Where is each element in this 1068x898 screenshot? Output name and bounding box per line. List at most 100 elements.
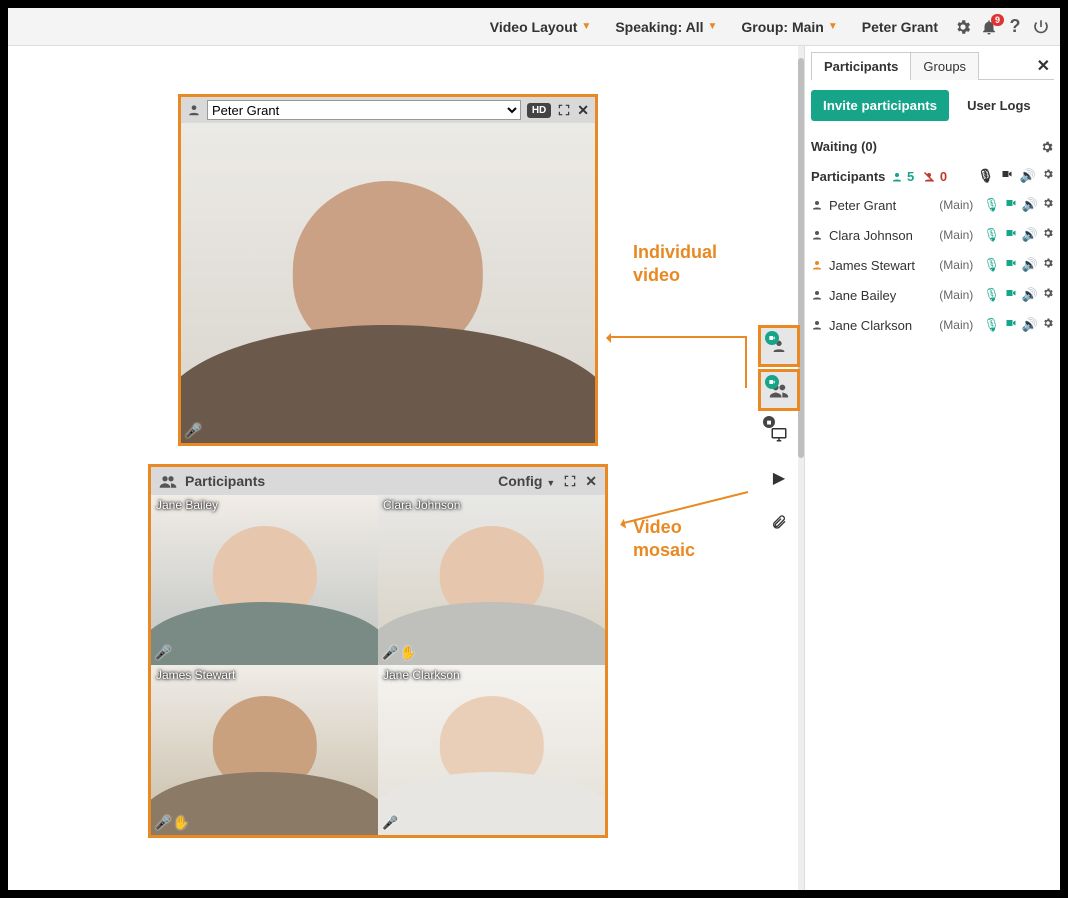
hand-raised-icon: ✋: [173, 815, 189, 830]
annotation-arrow: [745, 336, 747, 388]
caret-down-icon: ▼: [828, 21, 838, 32]
annotation-arrow: [608, 336, 746, 338]
user-icon: [811, 229, 825, 241]
participant-name: Peter Grant: [829, 198, 896, 213]
video-mosaic-title: Participants: [185, 473, 265, 489]
mic-active-icon: 🎤✋: [155, 815, 189, 831]
video-placeholder: [378, 495, 605, 665]
tab-participants[interactable]: Participants: [811, 52, 911, 80]
gear-icon[interactable]: [1042, 287, 1054, 303]
speaker-icon[interactable]: 🔊: [1022, 227, 1038, 243]
video-tile[interactable]: Clara Johnson🎤✋: [378, 495, 605, 665]
participants-section-header: Participants 5 0 🎙 🔊: [811, 168, 1054, 184]
speaker-icon[interactable]: 🔊: [1022, 257, 1038, 273]
video-mosaic-panel: Participants Config ▼ ✕ Jane Bailey🎤 Cla…: [148, 464, 608, 838]
video-placeholder: [378, 665, 605, 835]
btn-play[interactable]: ▶: [761, 460, 797, 496]
video-tile[interactable]: Jane Clarkson 🎤: [378, 665, 605, 835]
video-mosaic-header: Participants Config ▼ ✕: [151, 467, 605, 495]
mic-icon[interactable]: 🎙: [983, 227, 1000, 243]
participants-icon: [159, 474, 177, 488]
camera-icon[interactable]: [1004, 197, 1018, 213]
config-dropdown[interactable]: Config ▼: [498, 473, 555, 489]
speaker-icon[interactable]: 🔊: [1020, 168, 1036, 184]
help-icon[interactable]: ?: [1004, 16, 1026, 37]
camera-icon[interactable]: [1004, 227, 1018, 243]
user-icon: [811, 319, 825, 331]
speaker-icon[interactable]: 🔊: [1022, 317, 1038, 333]
screen-dot-icon: ■: [763, 416, 775, 428]
btn-add-video-mosaic[interactable]: [761, 372, 797, 408]
tab-groups[interactable]: Groups: [910, 52, 979, 80]
menu-video-layout-label: Video Layout: [490, 19, 578, 35]
participant-row[interactable]: Jane Bailey(Main)🎙🔊: [811, 280, 1054, 310]
user-icon: [811, 289, 825, 301]
camera-icon[interactable]: [1004, 287, 1018, 303]
video-tile[interactable]: Jane Bailey🎤: [151, 495, 378, 665]
sidebar-tabs: Participants Groups ✕: [811, 52, 1054, 80]
participant-select[interactable]: Peter Grant: [207, 100, 521, 120]
btn-add-individual-video[interactable]: [761, 328, 797, 364]
mic-active-icon: 🎤: [185, 423, 201, 439]
user-logs-link[interactable]: User Logs: [967, 98, 1031, 113]
individual-video-panel: Peter Grant HD ✕ 🎤: [178, 94, 598, 446]
gear-icon[interactable]: [1040, 140, 1054, 154]
participant-name: Jane Clarkson: [829, 318, 912, 333]
camera-icon[interactable]: [1000, 168, 1014, 184]
menu-speaking[interactable]: Speaking: All ▼: [605, 8, 727, 45]
mic-icon[interactable]: 🎙: [983, 287, 1000, 303]
gear-icon[interactable]: [1042, 197, 1054, 213]
notifications-icon[interactable]: 9: [978, 18, 1000, 36]
hand-raised-icon: ✋: [400, 645, 416, 660]
caret-down-icon: ▼: [581, 21, 591, 32]
camera-dot-icon: [765, 331, 779, 345]
participant-row[interactable]: Jane Clarkson(Main)🎙🔊: [811, 310, 1054, 340]
menu-video-layout[interactable]: Video Layout ▼: [480, 8, 602, 45]
video-tile[interactable]: James Stewart🎤✋: [151, 665, 378, 835]
individual-video-stream[interactable]: 🎤: [181, 123, 595, 443]
gear-icon[interactable]: [1042, 168, 1054, 184]
power-icon[interactable]: [1030, 18, 1052, 36]
annotation-video-mosaic: Video mosaic: [633, 516, 695, 561]
invite-row: Invite participants User Logs: [811, 90, 1054, 121]
tile-name: Jane Bailey: [156, 498, 218, 512]
video-mosaic-grid: Jane Bailey🎤 Clara Johnson🎤✋ James Stewa…: [151, 495, 605, 835]
camera-icon[interactable]: [1004, 257, 1018, 273]
close-icon[interactable]: ✕: [577, 102, 589, 119]
user-icon: [811, 259, 825, 271]
menu-group[interactable]: Group: Main ▼: [731, 8, 847, 45]
gear-icon[interactable]: [1042, 257, 1054, 273]
individual-video-header: Peter Grant HD ✕: [181, 97, 595, 123]
top-bar: Video Layout ▼ Speaking: All ▼ Group: Ma…: [8, 8, 1060, 46]
participant-group: (Main): [939, 288, 973, 302]
gear-icon[interactable]: [1042, 317, 1054, 333]
speaker-icon[interactable]: 🔊: [1022, 197, 1038, 213]
fullscreen-icon[interactable]: [557, 103, 571, 117]
participant-row[interactable]: Peter Grant(Main)🎙🔊: [811, 190, 1054, 220]
side-toolbar: ■ ▶: [759, 328, 799, 540]
invite-participants-button[interactable]: Invite participants: [811, 90, 949, 121]
mic-icon[interactable]: 🎙: [983, 197, 1000, 213]
config-label: Config: [498, 473, 542, 489]
camera-icon[interactable]: [1004, 317, 1018, 333]
tile-name: Jane Clarkson: [383, 668, 460, 682]
btn-share-screen[interactable]: ■: [761, 416, 797, 452]
close-icon[interactable]: ✕: [585, 473, 597, 490]
caret-down-icon: ▼: [546, 478, 555, 488]
fullscreen-icon[interactable]: [563, 474, 577, 488]
header-bulk-controls: 🎙 🔊: [977, 168, 1054, 184]
gear-icon[interactable]: [1042, 227, 1054, 243]
mic-icon[interactable]: 🎙: [983, 317, 1000, 333]
close-icon[interactable]: ✕: [1033, 56, 1054, 76]
mic-icon[interactable]: 🎙: [983, 257, 1000, 273]
mic-active-icon: 🎤: [382, 815, 398, 831]
participant-group: (Main): [939, 258, 973, 272]
video-placeholder: [151, 495, 378, 665]
participant-row[interactable]: James Stewart(Main)🎙🔊: [811, 250, 1054, 280]
menu-current-user[interactable]: Peter Grant: [852, 8, 948, 45]
btn-attachment[interactable]: [761, 504, 797, 540]
settings-icon[interactable]: [952, 18, 974, 36]
mic-icon[interactable]: 🎙: [977, 168, 994, 184]
speaker-icon[interactable]: 🔊: [1022, 287, 1038, 303]
participant-row[interactable]: Clara Johnson(Main)🎙🔊: [811, 220, 1054, 250]
